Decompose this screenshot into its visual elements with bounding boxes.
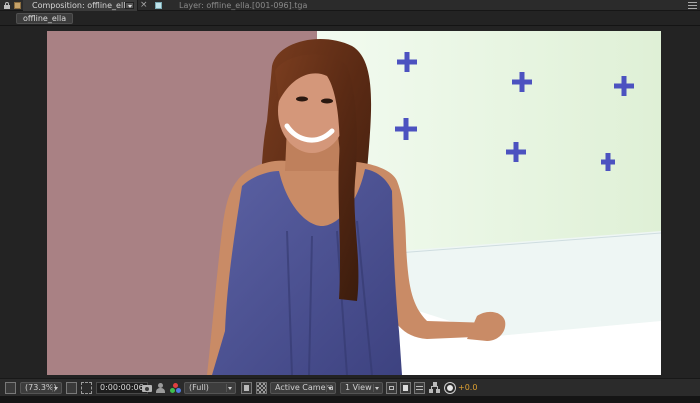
- composition-dropdown-icon[interactable]: [125, 2, 134, 9]
- chevron-down-icon: [326, 384, 333, 392]
- composition-navigator: offline_ella: [0, 11, 700, 26]
- render-toggle-icon[interactable]: [400, 382, 411, 394]
- fast-previews-icon[interactable]: [241, 382, 252, 394]
- transparency-grid-icon[interactable]: [256, 382, 267, 394]
- composition-viewer[interactable]: [0, 26, 700, 378]
- exposure-icon[interactable]: [444, 382, 455, 394]
- snapshot-icon[interactable]: [141, 382, 153, 394]
- safe-margins-icon[interactable]: [66, 382, 77, 394]
- always-preview-icon[interactable]: [5, 382, 16, 394]
- comp-settings-icon[interactable]: [414, 382, 425, 394]
- flowchart-icon[interactable]: [429, 382, 440, 394]
- show-snapshot-icon[interactable]: [156, 382, 165, 394]
- resolution-dropdown[interactable]: (Full): [184, 382, 236, 394]
- layer-icon: [155, 2, 162, 9]
- breadcrumb[interactable]: offline_ella: [16, 13, 74, 24]
- region-of-interest-icon[interactable]: [81, 382, 92, 394]
- tab-composition[interactable]: Composition: offline_ella: [23, 0, 138, 11]
- current-time-display[interactable]: 0:00:00:06: [96, 382, 148, 394]
- resolution-value: (Full): [189, 383, 209, 392]
- chevron-down-icon: [226, 384, 233, 392]
- viewer-tab-bar: Composition: offline_ella × Layer: offli…: [0, 0, 700, 11]
- tab-layer[interactable]: Layer: offline_ella.[001-096].tga: [179, 0, 307, 11]
- footage-image: [47, 31, 661, 375]
- status-strip: [0, 396, 700, 403]
- close-icon[interactable]: ×: [140, 0, 148, 11]
- exposure-value[interactable]: +0.0: [458, 382, 477, 394]
- lock-icon[interactable]: [4, 2, 10, 9]
- color-channel-icon[interactable]: [170, 382, 181, 394]
- toggle-pixel-aspect-icon[interactable]: [386, 382, 397, 394]
- camera-dropdown[interactable]: Active Camera: [270, 382, 336, 394]
- view-layout-dropdown[interactable]: 1 View: [340, 382, 383, 394]
- chevron-down-icon: [373, 384, 380, 392]
- current-time-value: 0:00:00:06: [100, 383, 144, 392]
- magnification-dropdown[interactable]: (73.3%): [20, 382, 62, 394]
- composition-frame[interactable]: [47, 31, 661, 375]
- camera-value: Active Camera: [275, 383, 334, 392]
- chevron-down-icon: [52, 384, 59, 392]
- panel-menu-icon[interactable]: [688, 1, 697, 10]
- tab-composition-label: Composition: offline_ella: [32, 1, 131, 10]
- viewer-toolbar: (73.3%) 0:00:00:06 (Full) Active Camera …: [0, 378, 700, 396]
- composition-icon: [14, 2, 21, 9]
- view-layout-value: 1 View: [345, 383, 372, 392]
